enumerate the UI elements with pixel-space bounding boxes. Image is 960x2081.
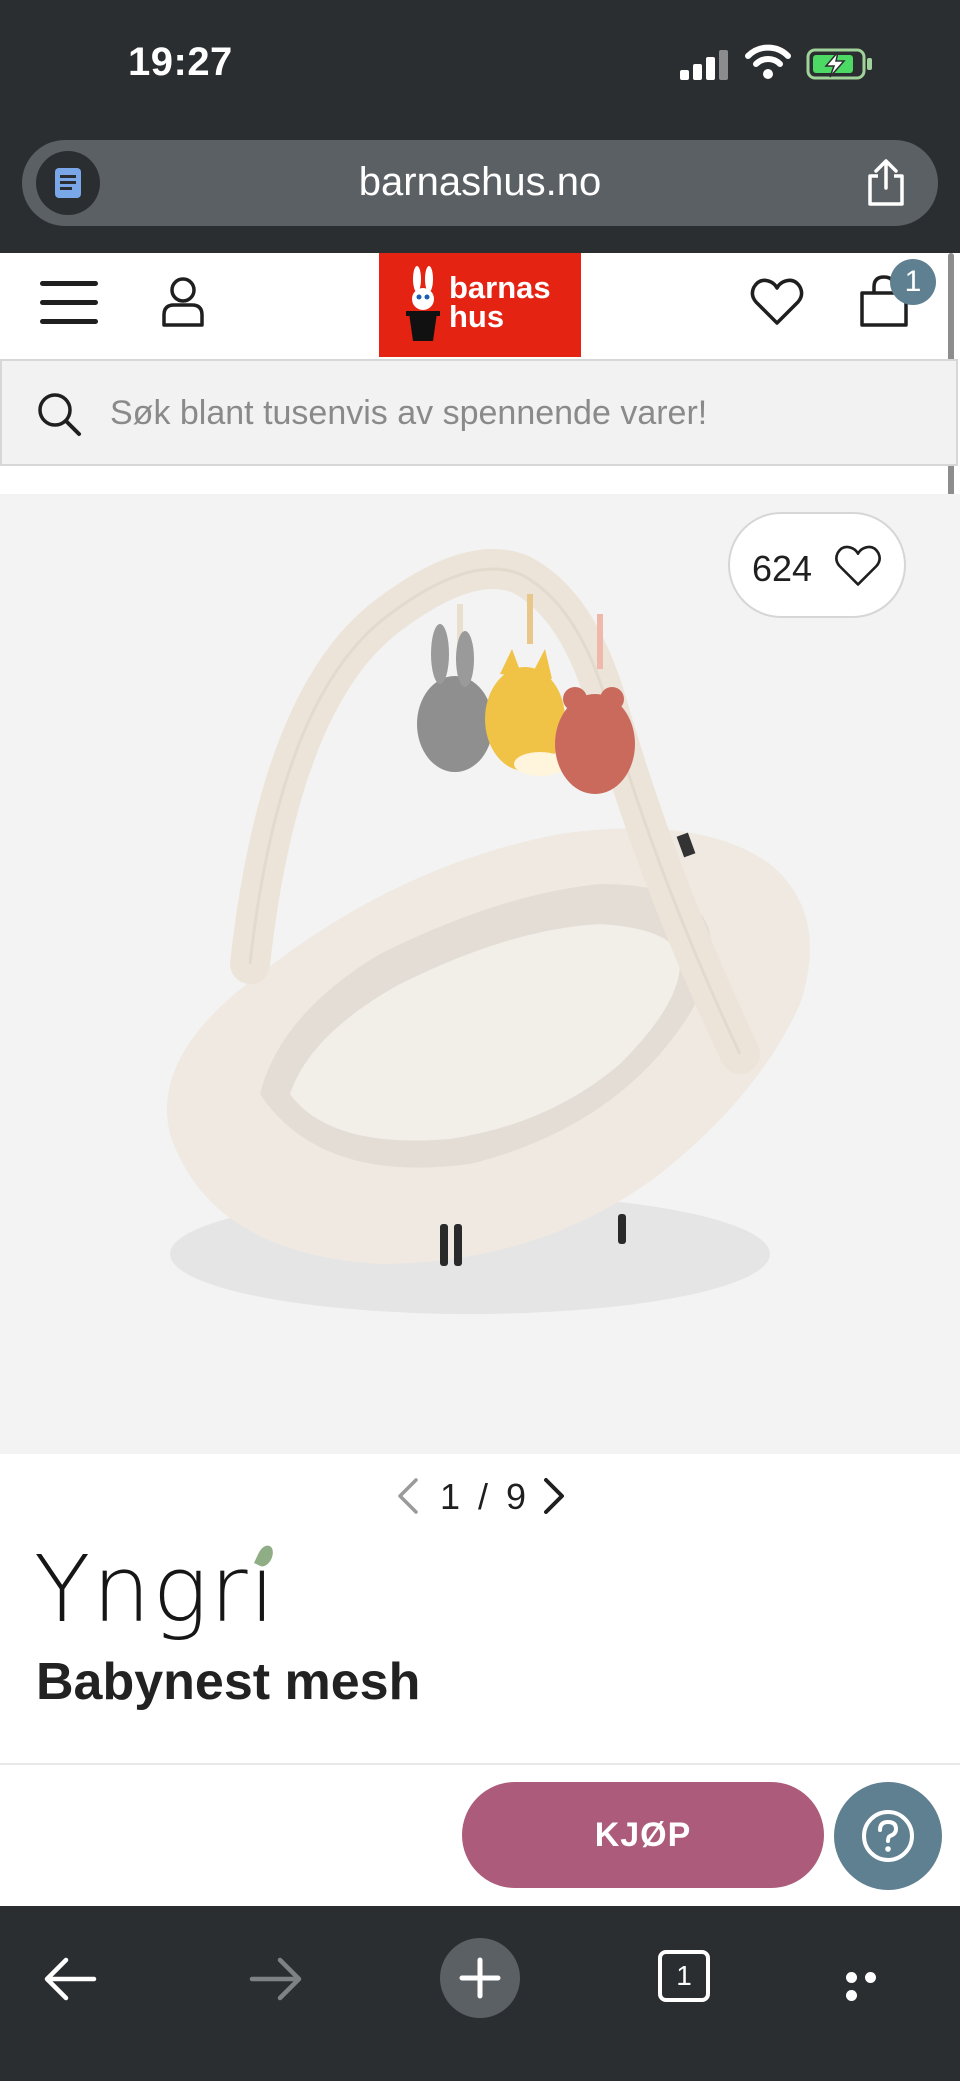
favorite-button[interactable]: 624 — [728, 512, 906, 618]
product-title: Babynest mesh — [36, 1653, 421, 1711]
back-icon[interactable] — [42, 1954, 98, 2004]
status-bar: 19:27 — [0, 0, 960, 126]
user-icon[interactable] — [160, 275, 206, 329]
logo-line2: hus — [449, 299, 505, 334]
heart-icon[interactable] — [750, 277, 804, 327]
rabbit-logo-icon — [406, 266, 440, 341]
wifi-icon — [745, 44, 791, 79]
heart-outline-icon — [835, 545, 881, 586]
logo-line1: barnas — [449, 270, 551, 305]
chevron-right-icon[interactable] — [540, 1476, 568, 1516]
search-icon[interactable] — [36, 391, 82, 437]
url-field[interactable]: barnashus.no — [22, 140, 938, 226]
site-logo[interactable]: barnas hus — [379, 253, 581, 357]
site-header: barnas hus 1 — [0, 253, 960, 359]
product-image — [166, 549, 810, 1314]
brand-logo[interactable]: Yngri — [34, 1540, 277, 1640]
chevron-left-icon[interactable] — [394, 1476, 422, 1516]
menu-icon[interactable] — [40, 281, 98, 327]
share-icon[interactable] — [864, 158, 908, 208]
help-icon — [862, 1810, 914, 1862]
product-image-gallery[interactable]: 624 — [0, 494, 960, 1454]
favorite-count: 624 — [752, 548, 813, 589]
battery-charging-icon — [806, 48, 872, 80]
forward-icon[interactable] — [248, 1954, 304, 2004]
cart-count-badge: 1 — [890, 259, 936, 305]
more-icon[interactable] — [846, 1970, 900, 2001]
url-text: barnashus.no — [358, 160, 602, 204]
browser-address-bar: barnashus.no — [0, 126, 960, 253]
buy-button[interactable]: KJØP — [462, 1782, 824, 1888]
status-time: 19:27 — [128, 40, 233, 84]
tabs-icon[interactable]: 1 — [658, 1950, 710, 2002]
cellular-signal-icon — [680, 48, 730, 80]
help-button[interactable] — [834, 1782, 942, 1890]
image-counter: 1 / 9 — [440, 1476, 531, 1517]
browser-toolbar: 1 — [0, 1906, 960, 2081]
image-pager: 1 / 9 — [0, 1454, 960, 1544]
search-bar — [0, 359, 958, 466]
new-tab-button[interactable] — [440, 1938, 520, 2018]
search-input[interactable] — [110, 387, 930, 439]
plus-icon — [459, 1957, 501, 1999]
divider — [0, 1763, 960, 1765]
